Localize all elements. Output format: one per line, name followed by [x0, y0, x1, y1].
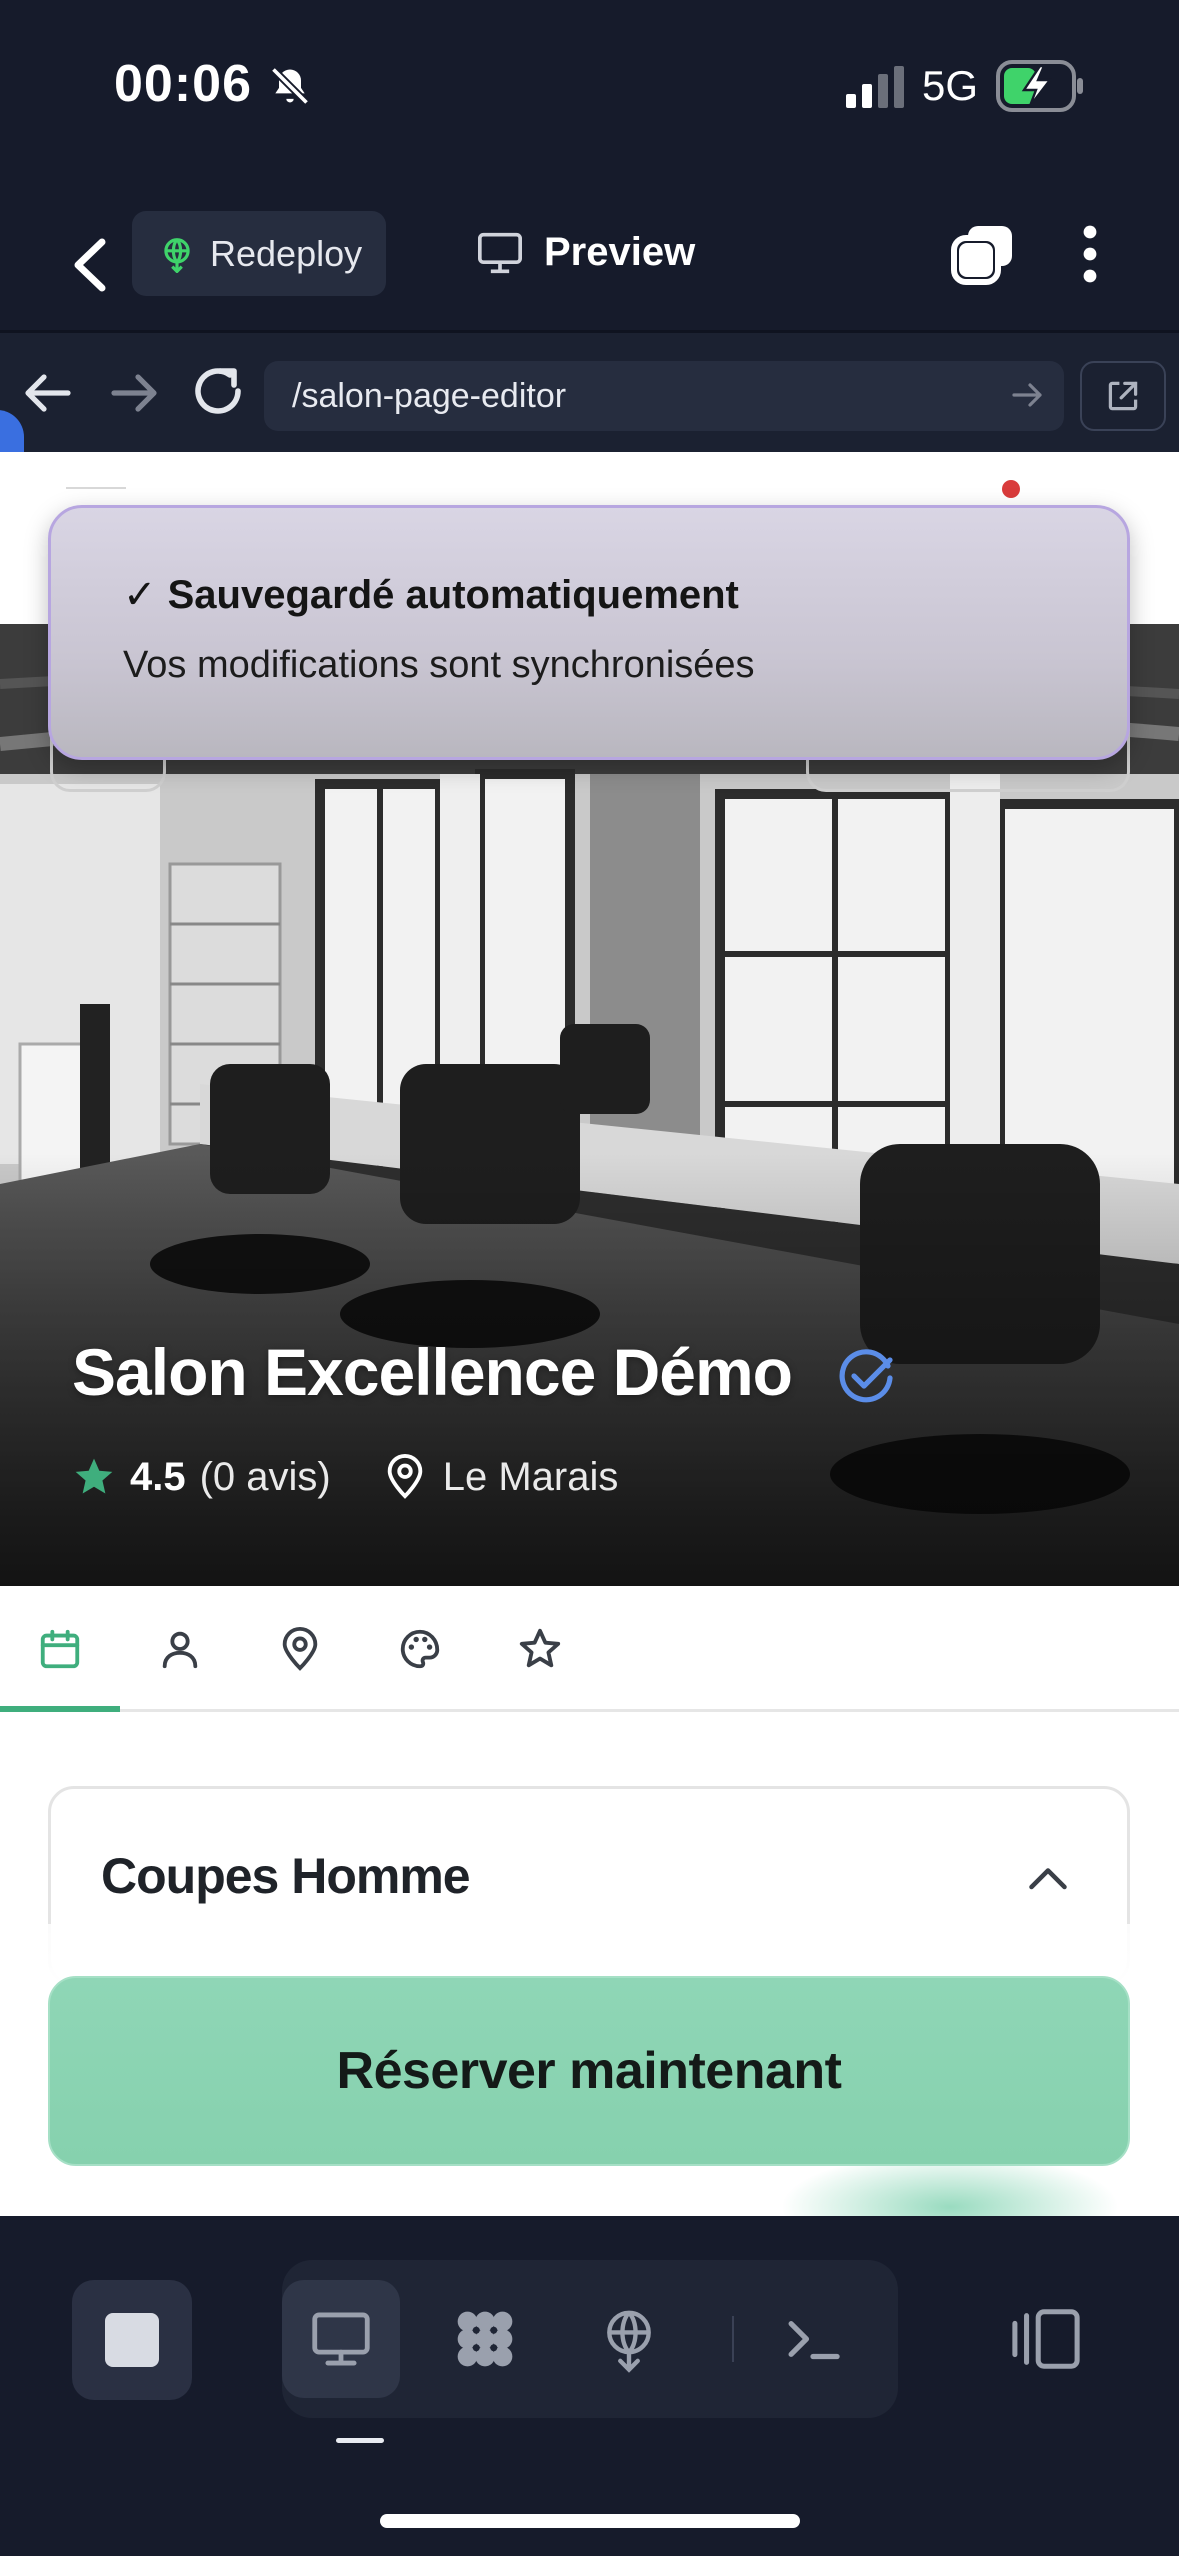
rating-row: 4.5 (0 avis) Le Marais — [72, 1454, 618, 1500]
network-type: 5G — [922, 62, 979, 109]
book-now-label: Réserver maintenant — [336, 2042, 842, 2100]
browser-url-row: /salon-page-editor — [0, 330, 1179, 452]
battery-charging-icon — [996, 60, 1083, 112]
home-indicator — [380, 2514, 800, 2528]
tab-location[interactable] — [240, 1586, 360, 1712]
tab-team[interactable] — [120, 1586, 240, 1712]
autosave-toast: ✓ Sauvegardé automatiquement Vos modific… — [48, 505, 1130, 760]
active-tab-indicator — [0, 1706, 120, 1712]
hero-banner: Salon Excellence Démo 4.5 (0 avis) Le Ma… — [0, 624, 1179, 1586]
url-text: /salon-page-editor — [292, 377, 567, 415]
go-arrow-icon[interactable] — [1010, 377, 1046, 413]
calendar-icon — [40, 1629, 80, 1669]
tab-reviews[interactable] — [480, 1586, 600, 1712]
arrow-right-icon[interactable] — [106, 365, 162, 421]
tabs-icon[interactable] — [950, 222, 1016, 286]
user-icon — [162, 1631, 198, 1669]
toast-message: Vos modifications sont synchronisées — [123, 644, 755, 686]
toast-title: ✓ Sauvegardé automatiquement — [123, 573, 739, 617]
star-icon — [519, 1628, 561, 1668]
monitor-icon — [478, 232, 522, 273]
more-vertical-icon[interactable] — [1070, 222, 1110, 286]
map-pin-icon — [387, 1454, 423, 1499]
bell-muted-icon — [270, 66, 310, 106]
map-pin-icon — [282, 1627, 318, 1671]
deploy-view-button[interactable] — [570, 2280, 688, 2398]
status-bar: 00:06 5G — [0, 0, 1179, 175]
cell-signal-icon — [846, 66, 904, 108]
terminal-icon — [788, 2321, 840, 2360]
preview-button[interactable]: Preview — [476, 230, 695, 275]
book-now-button[interactable]: Réserver maintenant — [48, 1976, 1130, 2166]
stop-button[interactable] — [72, 2280, 192, 2400]
review-count: (0 avis) — [199, 1454, 331, 1499]
category-title: Coupes Homme — [101, 1848, 471, 1904]
chevron-up-icon[interactable] — [1025, 1863, 1071, 1893]
salon-name: Salon Excellence Démo — [72, 1335, 793, 1409]
arrow-left-icon[interactable] — [20, 365, 76, 421]
back-chevron-icon[interactable] — [58, 230, 118, 300]
bottom-dock — [0, 2216, 1179, 2556]
active-view-indicator — [336, 2438, 384, 2443]
section-tabs — [0, 1586, 1179, 1712]
view-switcher — [282, 2260, 898, 2418]
rating-score: 4.5 — [130, 1454, 186, 1499]
deploy-globe-icon — [607, 2310, 651, 2373]
notification-dot — [1002, 480, 1020, 498]
app-toolbar: Redeploy Preview — [0, 200, 1179, 330]
open-external-button[interactable] — [1080, 361, 1166, 431]
external-link-icon — [1108, 381, 1138, 411]
preview-view-button[interactable] — [282, 2280, 400, 2398]
status-time: 00:06 — [114, 55, 252, 113]
preview-label: Preview — [544, 230, 696, 274]
apps-view-button[interactable] — [426, 2280, 544, 2398]
star-filled-icon — [75, 1458, 113, 1494]
reload-icon[interactable] — [188, 361, 248, 421]
header-line — [66, 487, 126, 489]
terminal-view-button[interactable] — [754, 2280, 872, 2398]
grid-blob-icon — [457, 2311, 513, 2367]
salon-page-preview: Salon Excellence Démo 4.5 (0 avis) Le Ma… — [0, 452, 1179, 2216]
tab-calendar[interactable] — [0, 1586, 120, 1712]
dock-separator — [732, 2316, 734, 2362]
redeploy-label: Redeploy — [210, 232, 363, 274]
monitor-icon — [312, 2312, 370, 2366]
split-panel-icon[interactable] — [1006, 2304, 1086, 2374]
location-label: Le Marais — [442, 1454, 619, 1499]
tab-style[interactable] — [360, 1586, 480, 1712]
palette-icon — [400, 1629, 440, 1669]
stop-square-icon — [105, 2313, 159, 2367]
deploy-globe-icon — [164, 237, 190, 273]
url-input[interactable]: /salon-page-editor — [264, 361, 1064, 431]
verified-check-icon — [839, 1349, 893, 1403]
redeploy-button[interactable]: Redeploy — [132, 211, 386, 296]
